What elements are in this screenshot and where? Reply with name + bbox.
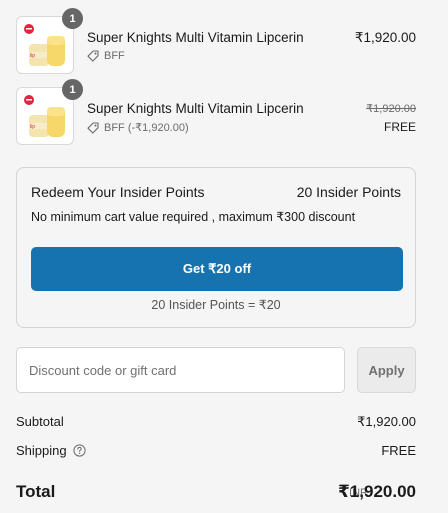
question-circle-icon[interactable]	[73, 444, 86, 457]
discount-code-label: BFF (-₹1,920.00)	[104, 122, 189, 134]
svg-text:lip: lip	[30, 53, 35, 59]
tag-icon	[87, 50, 99, 62]
line-item: lip 1 Super Knights Multi Vitamin Lipcer…	[16, 79, 416, 145]
discount-code-label: BFF	[104, 50, 125, 62]
item-price: ₹1,920.00	[354, 30, 416, 45]
shipping-label: Shipping	[16, 443, 67, 458]
redeem-points-button[interactable]: Get ₹20 off	[31, 247, 403, 291]
product-name: Super Knights Multi Vitamin Lipcerin	[87, 30, 304, 45]
discount-code-input[interactable]	[16, 347, 345, 393]
total-label: Total	[16, 482, 56, 501]
product-image: lip	[24, 95, 65, 137]
redeem-subtitle: No minimum cart value required , maximum…	[31, 210, 356, 224]
subtotal-label: Subtotal	[16, 414, 64, 429]
product-name: Super Knights Multi Vitamin Lipcerin	[87, 101, 304, 116]
points-balance: 20 Insider Points	[296, 184, 401, 200]
shipping-label-group: Shipping	[16, 443, 86, 458]
item-discount: BFF	[87, 50, 125, 62]
product-thumbnail: lip 1	[16, 8, 83, 74]
item-discount: BFF (-₹1,920.00)	[87, 121, 189, 134]
quantity-badge: 1	[62, 8, 83, 29]
tag-icon	[87, 121, 99, 134]
apply-discount-button[interactable]: Apply	[357, 347, 416, 393]
line-item: lip 1 Super Knights Multi Vitamin Lipcer…	[16, 8, 416, 74]
product-thumbnail: lip 1	[16, 79, 83, 145]
redeem-points-panel: Redeem Your Insider Points 20 Insider Po…	[16, 167, 416, 328]
svg-text:lip: lip	[30, 124, 35, 130]
item-price: FREE	[383, 120, 416, 134]
redeem-title: Redeem Your Insider Points	[31, 184, 205, 200]
subtotal-value: ₹1,920.00	[357, 414, 416, 429]
points-conversion-note: 20 Insider Points = ₹20	[151, 298, 281, 312]
total-value: ₹1,920.00	[337, 482, 416, 501]
quantity-badge: 1	[62, 79, 83, 100]
original-price: ₹1,920.00	[366, 103, 416, 115]
product-image: lip	[24, 24, 65, 66]
shipping-value: FREE	[381, 443, 416, 458]
